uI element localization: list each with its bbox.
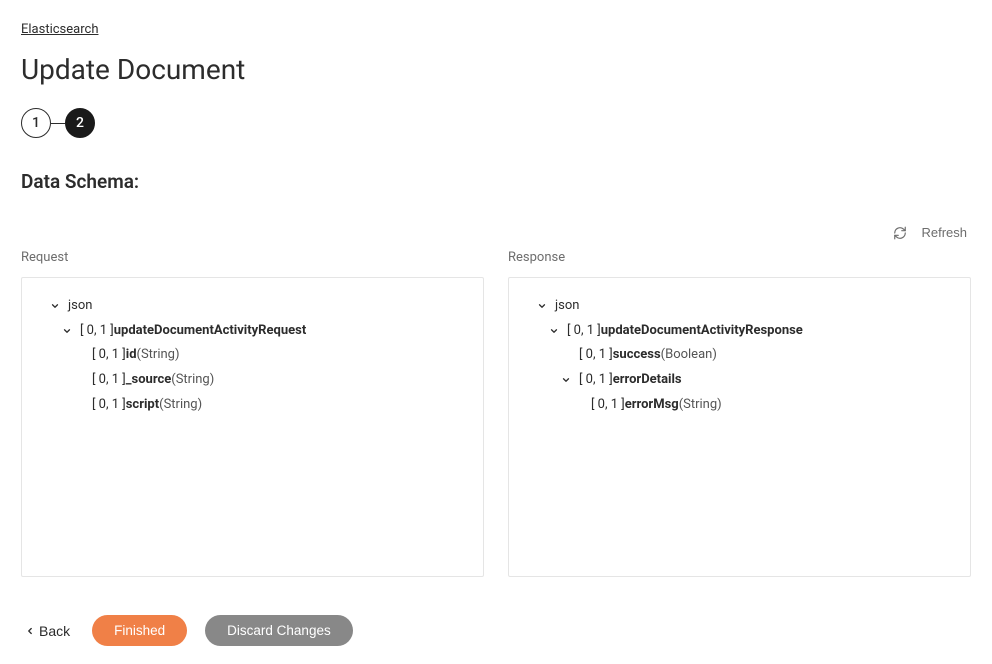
node-name: _source	[126, 368, 172, 393]
response-column: Response json[ 0, 1 ] updateDocumentActi…	[508, 250, 971, 577]
tree-node[interactable]: [ 0, 1 ] errorDetails	[523, 368, 956, 393]
tree-node[interactable]: json	[523, 294, 956, 319]
step-1[interactable]: 1	[21, 108, 51, 138]
node-cardinality: [ 0, 1 ]	[92, 368, 126, 393]
chevron-down-icon[interactable]	[48, 299, 62, 313]
node-name: id	[126, 343, 137, 368]
request-tree: json[ 0, 1 ] updateDocumentActivityReque…	[21, 277, 484, 577]
tree-node: [ 0, 1 ] id (String)	[36, 343, 469, 368]
discard-button[interactable]: Discard Changes	[205, 615, 353, 646]
node-cardinality: [ 0, 1 ]	[579, 368, 613, 393]
refresh-label: Refresh	[921, 225, 967, 240]
node-name: updateDocumentActivityRequest	[114, 319, 306, 344]
node-cardinality: [ 0, 1 ]	[591, 393, 625, 418]
tree-node: [ 0, 1 ] _source (String)	[36, 368, 469, 393]
back-button[interactable]: Back	[21, 617, 74, 645]
node-type: (String)	[679, 393, 722, 418]
tree-node[interactable]: [ 0, 1 ] updateDocumentActivityResponse	[523, 319, 956, 344]
chevron-down-icon[interactable]	[60, 324, 74, 338]
tree-node[interactable]: [ 0, 1 ] updateDocumentActivityRequest	[36, 319, 469, 344]
tree-node: [ 0, 1 ] script (String)	[36, 393, 469, 418]
node-name: errorDetails	[613, 368, 682, 393]
node-cardinality: [ 0, 1 ]	[579, 343, 613, 368]
node-name: errorMsg	[625, 393, 679, 418]
request-column: Request json[ 0, 1 ] updateDocumentActiv…	[21, 250, 484, 577]
step-connector	[51, 123, 65, 124]
finished-button[interactable]: Finished	[92, 615, 187, 646]
node-cardinality: [ 0, 1 ]	[92, 343, 126, 368]
step-2[interactable]: 2	[65, 108, 95, 138]
tree-node: [ 0, 1 ] success (Boolean)	[523, 343, 956, 368]
refresh-icon	[893, 226, 907, 240]
response-label: Response	[508, 250, 971, 265]
refresh-button[interactable]: Refresh	[889, 221, 971, 244]
node-name: updateDocumentActivityResponse	[601, 319, 803, 344]
node-name: script	[126, 393, 159, 418]
node-cardinality: [ 0, 1 ]	[80, 319, 114, 344]
breadcrumb[interactable]: Elasticsearch	[21, 22, 98, 37]
node-cardinality: [ 0, 1 ]	[92, 393, 126, 418]
node-cardinality: [ 0, 1 ]	[567, 319, 601, 344]
response-tree: json[ 0, 1 ] updateDocumentActivityRespo…	[508, 277, 971, 577]
node-name: json	[68, 294, 92, 319]
node-type: (String)	[171, 368, 214, 393]
tree-node: [ 0, 1 ] errorMsg (String)	[523, 393, 956, 418]
tree-node[interactable]: json	[36, 294, 469, 319]
chevron-down-icon[interactable]	[547, 324, 561, 338]
node-type: (String)	[137, 343, 180, 368]
node-name: success	[613, 343, 661, 368]
section-header: Data Schema:	[21, 170, 971, 193]
page-title: Update Document	[21, 53, 971, 86]
request-label: Request	[21, 250, 484, 265]
node-type: (Boolean)	[661, 343, 717, 368]
back-label: Back	[39, 623, 70, 639]
chevron-down-icon[interactable]	[559, 373, 573, 387]
step-indicator: 12	[21, 108, 971, 138]
chevron-down-icon[interactable]	[535, 299, 549, 313]
node-type: (String)	[159, 393, 202, 418]
chevron-left-icon	[25, 623, 35, 639]
node-name: json	[555, 294, 579, 319]
